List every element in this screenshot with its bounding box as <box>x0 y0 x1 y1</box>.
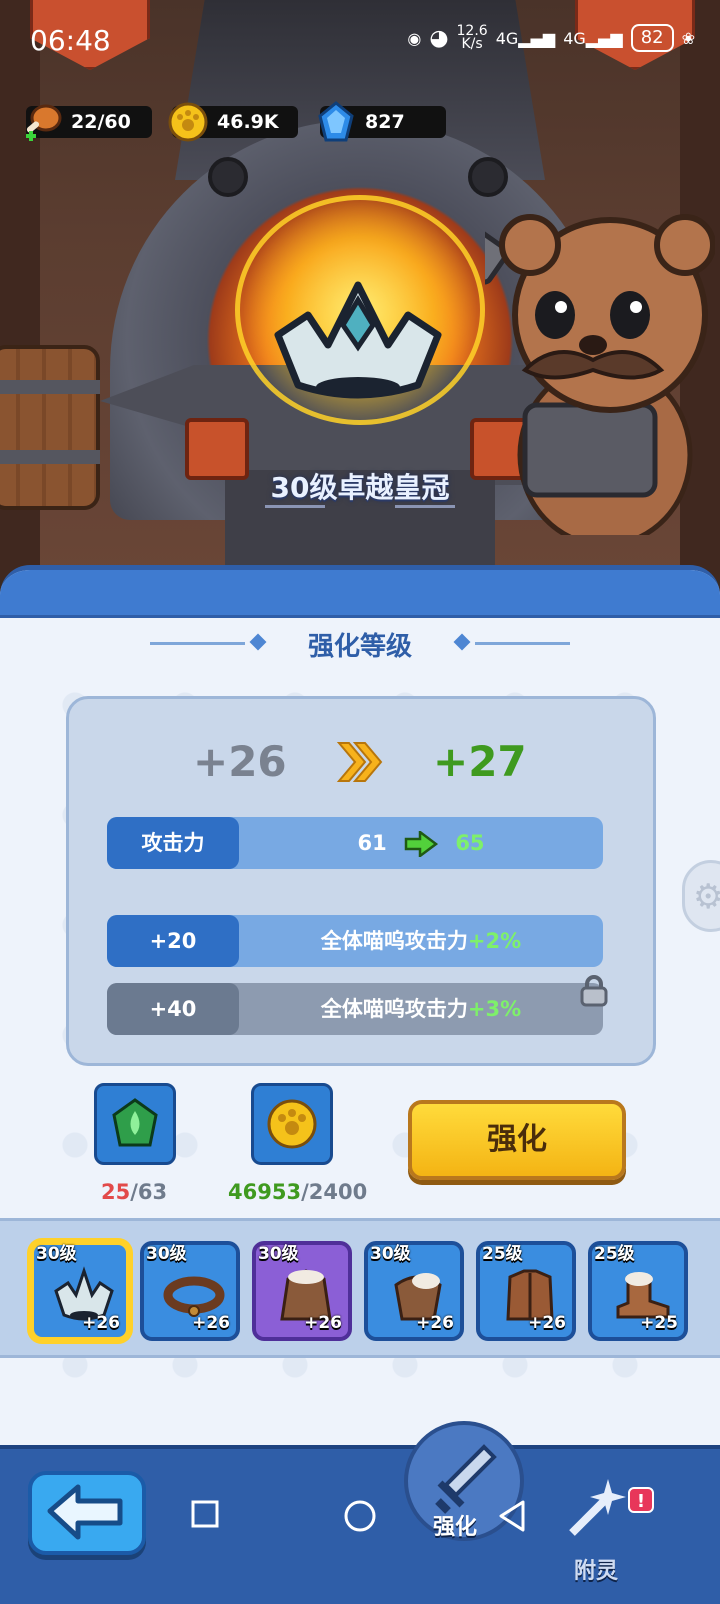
tab-enchant-label: 附灵 <box>574 1559 619 1584</box>
equip-slot-cape[interactable]: 30级 +26 <box>364 1241 464 1341</box>
network-speed-unit: K/s <box>461 36 483 52</box>
gold-coin-icon <box>267 1099 317 1149</box>
eye-comfort-icon: ◕ <box>429 25 449 51</box>
stat-from: 61 <box>357 831 387 855</box>
gold-cost: 46953/2400 <box>228 1180 367 1204</box>
gold-need: /2400 <box>301 1180 368 1204</box>
stat-label: 攻击力 <box>107 817 239 869</box>
lock-icon <box>580 975 608 1007</box>
equip-plus: +26 <box>304 1313 342 1333</box>
notification-badge: ! <box>628 1487 654 1513</box>
bonus-row-locked: +40 全体喵呜攻击力+3% <box>107 975 608 1035</box>
stat-to: 65 <box>455 831 485 855</box>
stone-need: /63 <box>130 1180 168 1204</box>
rivet-left <box>208 157 248 197</box>
bonus-description: 全体喵呜攻击力+2% <box>239 915 603 967</box>
bonus-description: 全体喵呜攻击力+3% <box>239 983 603 1035</box>
equip-plus: +25 <box>640 1313 678 1333</box>
equip-level: 30级 <box>258 1244 299 1264</box>
system-back-icon[interactable] <box>497 1499 527 1533</box>
bottom-nav: 强化 附灵 ! <box>0 1421 720 1604</box>
bonus-threshold: +20 <box>107 915 239 967</box>
equip-slot-collar[interactable]: 30级 +26 <box>140 1241 240 1341</box>
back-arrow-icon <box>47 1484 123 1540</box>
equip-level: 30级 <box>36 1244 77 1264</box>
equip-plus: +26 <box>528 1313 566 1333</box>
stone-have: 25 <box>101 1180 131 1204</box>
gold-counter[interactable]: 46.9K <box>168 102 298 142</box>
nfc-icon: ◉ <box>407 28 422 48</box>
status-time: 06:48 <box>30 24 111 57</box>
signal-sim1: 4G▂▄▆ <box>495 28 556 48</box>
magic-wand-icon <box>569 1479 626 1536</box>
barrel-band <box>0 380 100 394</box>
status-bar: 06:48 ◉ ◕ 12.6 K/s 4G▂▄▆ 4G▂▄▆ 82 ❀ <box>0 0 720 80</box>
gem-counter[interactable]: 827 <box>318 101 446 142</box>
current-level: +26 <box>193 737 287 786</box>
equip-level: 30级 <box>146 1244 187 1264</box>
rivet-right <box>468 157 508 197</box>
forge-scene: 30级卓越皇冠 <box>0 0 720 580</box>
status-icons: ◉ ◕ 12.6 K/s 4G▂▄▆ 4G▂▄▆ 82 ❀ <box>407 24 695 52</box>
enhance-info-card: +26 +27 攻击力 61 65 +20 全体喵呜攻击力+2% +40 全体喵… <box>66 696 656 1066</box>
tab-enhance-label: 强化 <box>433 1515 478 1540</box>
equip-plus: +26 <box>416 1313 454 1333</box>
title-divider-right <box>475 642 570 645</box>
item-name: 30级卓越皇冠 <box>270 471 450 504</box>
enhance-panel: 强化等级 +26 +27 攻击力 61 65 +20 全体喵呜攻击力+2% +4… <box>0 565 720 1445</box>
gold-have: 46953 <box>228 1180 302 1204</box>
home-icon[interactable] <box>343 1499 377 1533</box>
green-arrow-icon <box>404 829 439 859</box>
section-title: 强化等级 <box>307 632 412 662</box>
gold-cost-slot[interactable] <box>251 1083 333 1165</box>
enhance-button[interactable]: 强化 <box>408 1100 626 1180</box>
gem-value: 827 <box>365 111 405 133</box>
drumstick-icon <box>26 104 62 141</box>
equip-level: 25级 <box>482 1244 523 1264</box>
equip-level: 30级 <box>370 1244 411 1264</box>
blue-gem-icon <box>318 101 354 142</box>
tab-enchant[interactable]: 附灵 <box>556 1465 636 1595</box>
network-speed: 12.6 K/s <box>457 24 488 52</box>
equip-plus: +26 <box>192 1313 230 1333</box>
crown-icon <box>274 281 442 399</box>
recent-apps-icon[interactable] <box>190 1499 220 1529</box>
equip-slot-jacket[interactable]: 25级 +26 <box>476 1241 576 1341</box>
sim1-label: 4G <box>495 28 519 48</box>
bonus-text: 全体喵呜攻击力 <box>320 929 468 953</box>
sword-icon <box>435 1444 497 1514</box>
bonus-row: +20 全体喵呜攻击力+2% <box>107 915 603 967</box>
barrel-band <box>0 450 100 464</box>
equip-slot-coat[interactable]: 30级 +26 <box>252 1241 352 1341</box>
equip-slot-boot[interactable]: 25级 +25 <box>588 1241 688 1341</box>
enhance-stone-icon <box>112 1098 158 1147</box>
bonus-value: +2% <box>467 929 522 953</box>
sim2-label: 4G <box>563 28 586 48</box>
stat-row-attack: 攻击力 61 65 <box>107 817 603 869</box>
gear-icon: ⚙ <box>693 877 720 917</box>
stat-values: 61 65 <box>239 817 603 869</box>
bonus-text: 全体喵呜攻击力 <box>320 997 468 1021</box>
equip-level: 25级 <box>594 1244 635 1264</box>
stamina-counter[interactable]: 22/60 <box>26 104 152 141</box>
stamina-value: 22/60 <box>71 111 131 133</box>
gold-coin-icon <box>168 102 208 142</box>
bonus-threshold: +40 <box>107 983 239 1035</box>
equip-slot-crown[interactable]: 30级 +26 <box>30 1241 130 1341</box>
equip-plus: +26 <box>82 1313 120 1333</box>
back-button[interactable] <box>28 1471 146 1555</box>
double-chevron-icon <box>336 742 383 782</box>
enhance-stone-slot[interactable] <box>94 1083 176 1165</box>
stone-cost: 25/63 <box>101 1180 167 1204</box>
signal-sim2: 4G▂▄▆ <box>563 28 623 48</box>
battery-indicator: 82 <box>630 24 674 52</box>
settings-side-tab[interactable]: ⚙ <box>682 860 720 932</box>
panel-header <box>0 570 720 618</box>
next-level: +27 <box>433 737 527 786</box>
bonus-value: +3% <box>467 997 522 1021</box>
equipment-strip: 30级 +26 30级 +26 30级 +26 30级 +26 25级 +26 … <box>0 1218 720 1358</box>
gold-value: 46.9K <box>217 111 279 133</box>
leaf-icon: ❀ <box>681 28 695 48</box>
